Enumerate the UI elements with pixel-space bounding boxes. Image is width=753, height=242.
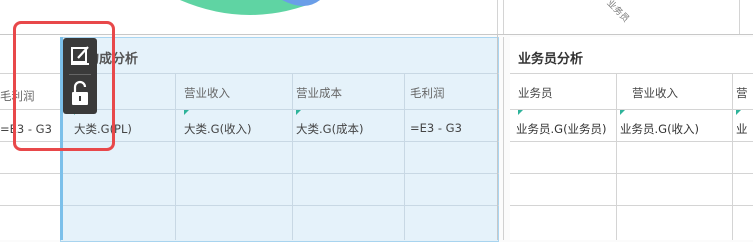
value-revenue[interactable]: 大类.G(收入) bbox=[184, 121, 252, 137]
pie-chart-fragment bbox=[180, 0, 320, 15]
header-salesperson-extra[interactable]: 营 bbox=[736, 85, 753, 101]
value-gross-profit[interactable]: =E3 - G3 bbox=[410, 121, 462, 135]
header-salesperson-revenue[interactable]: 营业收入 bbox=[632, 85, 678, 101]
composition-panel[interactable]: 构成分析 大类 营业收入 营业成本 毛利润 大类.G(PL) 大类.G(收入) … bbox=[60, 37, 499, 242]
chart-axis-label: 业务员 bbox=[604, 0, 631, 25]
value-salesperson-revenue[interactable]: 业务员.G(收入) bbox=[620, 121, 730, 137]
value-salesperson[interactable]: 业务员.G(业务员) bbox=[516, 121, 614, 137]
value-salesperson-extra[interactable]: 业 bbox=[736, 121, 753, 137]
header-revenue[interactable]: 营业收入 bbox=[184, 85, 230, 101]
salesperson-panel[interactable]: 业务员分析 业务员 营业收入 营 业务员.G(业务员) 业务员.G(收入) 业 bbox=[503, 37, 753, 240]
header-gross-profit[interactable]: 毛利润 bbox=[410, 85, 445, 101]
header-salesperson[interactable]: 业务员 bbox=[518, 85, 553, 101]
header-cost[interactable]: 营业成本 bbox=[296, 85, 342, 101]
salesperson-panel-title: 业务员分析 bbox=[518, 52, 584, 67]
highlight-box bbox=[13, 21, 115, 151]
selection-overlay bbox=[60, 37, 499, 242]
value-cost[interactable]: 大类.G(成本) bbox=[296, 121, 364, 137]
